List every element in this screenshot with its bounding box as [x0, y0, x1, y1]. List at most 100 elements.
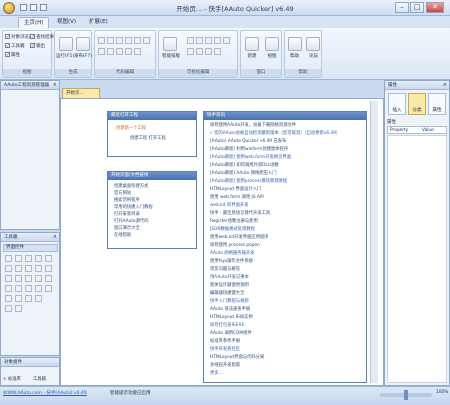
- news-item[interactable]: 如何使用 process.popen: [210, 243, 260, 248]
- tab-extend[interactable]: 扩展(E): [84, 17, 113, 28]
- check-toolbox[interactable]: ✓工具箱: [5, 43, 25, 49]
- align-left-icon[interactable]: [187, 37, 194, 44]
- vertical-scrollbar[interactable]: [370, 101, 378, 383]
- news-item[interactable]: 更多...: [210, 371, 223, 376]
- news-item[interactable]: [AAuto教程] 如何调用外部DLL函数: [210, 163, 279, 168]
- tool-groupbox-icon[interactable]: [35, 265, 42, 272]
- check-properties[interactable]: ✓属性: [5, 52, 20, 58]
- tab-view[interactable]: 视图(V): [52, 17, 81, 28]
- zoom-thumb[interactable]: [404, 390, 408, 400]
- qat-undo-icon[interactable]: [30, 4, 37, 11]
- tab-stdlib[interactable]: + 标准库: [3, 376, 21, 382]
- help-icon[interactable]: [288, 37, 302, 51]
- news-item[interactable]: 常见问题与解答: [210, 267, 240, 272]
- qat-save-icon[interactable]: [20, 4, 27, 11]
- cut-icon[interactable]: [98, 37, 105, 44]
- news-item[interactable]: 使用web.kit开发界面应用程序: [210, 235, 269, 240]
- close-button[interactable]: ✕: [426, 2, 444, 13]
- link-item[interactable]: 搜索范例程序: [114, 198, 140, 203]
- news-item[interactable]: HTMLayout 布局实例: [210, 315, 253, 320]
- new-project-link[interactable]: 创建新一个工程: [116, 126, 146, 131]
- grid-icon[interactable]: [214, 48, 221, 55]
- tool-animation-icon[interactable]: [35, 295, 42, 302]
- tab-property[interactable]: 属性: [428, 93, 446, 115]
- news-item[interactable]: 如何使用AAuto开发，准备下载网络资源文件: [210, 123, 296, 128]
- outdent-icon[interactable]: [107, 48, 114, 55]
- news-item[interactable]: HTMLayout 界面设计入门: [210, 187, 261, 192]
- uncomment-icon[interactable]: [125, 48, 132, 55]
- check-output[interactable]: ✓输出: [30, 43, 45, 49]
- tab-home[interactable]: 主页(H): [18, 17, 50, 28]
- publish-icon[interactable]: [76, 37, 90, 51]
- open-project-link[interactable]: 创建工程 打开工程: [130, 136, 166, 141]
- news-item[interactable]: AAuto 网络服务器开发: [210, 251, 254, 256]
- tool-checkbox-icon[interactable]: [45, 255, 52, 262]
- news-item[interactable]: [AAuto教程] AAuto 网络爬虫入门: [210, 171, 277, 176]
- property-grid[interactable]: [387, 135, 447, 383]
- link-item[interactable]: 在线帮助: [114, 233, 131, 238]
- tool-listview-icon[interactable]: [35, 275, 42, 282]
- tool-treeview-icon[interactable]: [45, 275, 52, 282]
- news-item[interactable]: [AAuto教程] 使用process模块管理进程: [210, 179, 287, 184]
- align-top-icon[interactable]: [214, 37, 221, 44]
- tool-radio-icon[interactable]: [5, 265, 12, 272]
- news-item[interactable]: 编辑器快捷键大全: [210, 291, 244, 296]
- tool-web-icon[interactable]: [35, 285, 42, 292]
- close-icon[interactable]: ×: [53, 82, 57, 88]
- tool-datetime-icon[interactable]: [15, 285, 22, 292]
- close-icon[interactable]: ×: [53, 234, 57, 240]
- format-icon[interactable]: [143, 37, 150, 44]
- tool-richedit-icon[interactable]: [5, 285, 12, 292]
- news-item[interactable]: 快手入门教程与视频: [210, 299, 249, 304]
- same-height-icon[interactable]: [196, 48, 203, 55]
- tool-hotkey-icon[interactable]: [25, 295, 32, 302]
- news-item[interactable]: AAuto 语法速查手册: [210, 307, 250, 312]
- news-item[interactable]: 标准库参考手册: [210, 339, 240, 344]
- tool-trackbar-icon[interactable]: [15, 275, 22, 282]
- window-view-icon[interactable]: [265, 37, 279, 51]
- indent-icon[interactable]: [98, 48, 105, 55]
- qat-redo-icon[interactable]: [40, 4, 47, 11]
- news-item[interactable]: Register函数注册与使用: [210, 219, 258, 224]
- website-link[interactable]: WWW.AAuto.com - 快手[AAuto] v6.49: [3, 390, 87, 396]
- same-width-icon[interactable]: [187, 48, 194, 55]
- news-item[interactable]: 快手开发者社区: [210, 347, 240, 352]
- tool-scrollbar-icon[interactable]: [5, 305, 12, 312]
- forum-icon[interactable]: [306, 37, 320, 51]
- tab-toolbox[interactable]: 工具箱: [33, 376, 46, 382]
- link-item[interactable]: 打开安装目录: [114, 212, 140, 217]
- tab-insert[interactable]: 插入: [388, 93, 406, 115]
- tab-start-page[interactable]: 开始页...: [62, 88, 100, 98]
- tool-ipaddress-icon[interactable]: [15, 295, 22, 302]
- tool-tab-icon[interactable]: [25, 275, 32, 282]
- replace-icon[interactable]: [134, 37, 141, 44]
- find-icon[interactable]: [125, 37, 132, 44]
- align-bottom-icon[interactable]: [223, 37, 230, 44]
- align-center-icon[interactable]: [196, 37, 203, 44]
- news-item[interactable]: [AAuto教程] 使用web.form开发网页界面: [210, 155, 291, 160]
- news-item[interactable]: 快手 - 最佳易语言替代开发工具: [210, 211, 270, 216]
- copy-icon[interactable]: [107, 37, 114, 44]
- tab-category[interactable]: 分类: [408, 93, 426, 115]
- run-icon[interactable]: [59, 37, 73, 51]
- news-item[interactable]: [AAuto] AAuto Quicker v6.49 已发布: [210, 139, 286, 144]
- tool-static-icon[interactable]: [35, 255, 42, 262]
- paste-icon[interactable]: [116, 37, 123, 44]
- news-item[interactable]: 用AAuto开发记事本: [210, 275, 249, 280]
- toolbox-section[interactable]: 界面控件: [3, 244, 58, 252]
- bookmark-icon[interactable]: [134, 48, 141, 55]
- link-item[interactable]: 常用的快捷入门教程: [114, 205, 153, 210]
- comment-icon[interactable]: [116, 48, 123, 55]
- news-item[interactable]: 如何打包发布EXE: [210, 323, 244, 328]
- check-find-results[interactable]: ✓查找结果: [30, 34, 54, 40]
- link-item[interactable]: 创建桌面快捷方式: [114, 184, 148, 189]
- link-item[interactable]: 窗口演示大全: [114, 226, 140, 231]
- news-item[interactable]: AAuto 调用COM组件: [210, 331, 252, 336]
- news-item[interactable]: 使用 web.form 调用 JS API: [210, 195, 264, 200]
- tool-calendar-icon[interactable]: [25, 285, 32, 292]
- close-icon[interactable]: ×: [443, 82, 447, 88]
- minimize-button[interactable]: –: [395, 2, 409, 13]
- tool-progress-icon[interactable]: [5, 275, 12, 282]
- link-item[interactable]: 打开AAuto源代码: [114, 219, 149, 224]
- new-window-icon[interactable]: [245, 37, 259, 51]
